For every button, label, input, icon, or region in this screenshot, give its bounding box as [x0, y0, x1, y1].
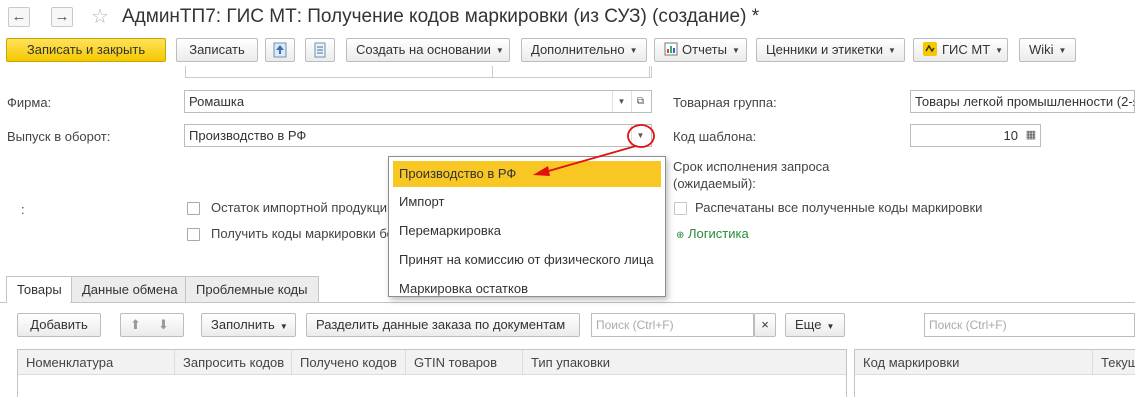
annotation-arrowhead: [533, 166, 550, 176]
annotation-circle: [627, 124, 655, 148]
annotation-arrow-line: [544, 145, 637, 173]
annotation-overlay: [533, 124, 655, 176]
